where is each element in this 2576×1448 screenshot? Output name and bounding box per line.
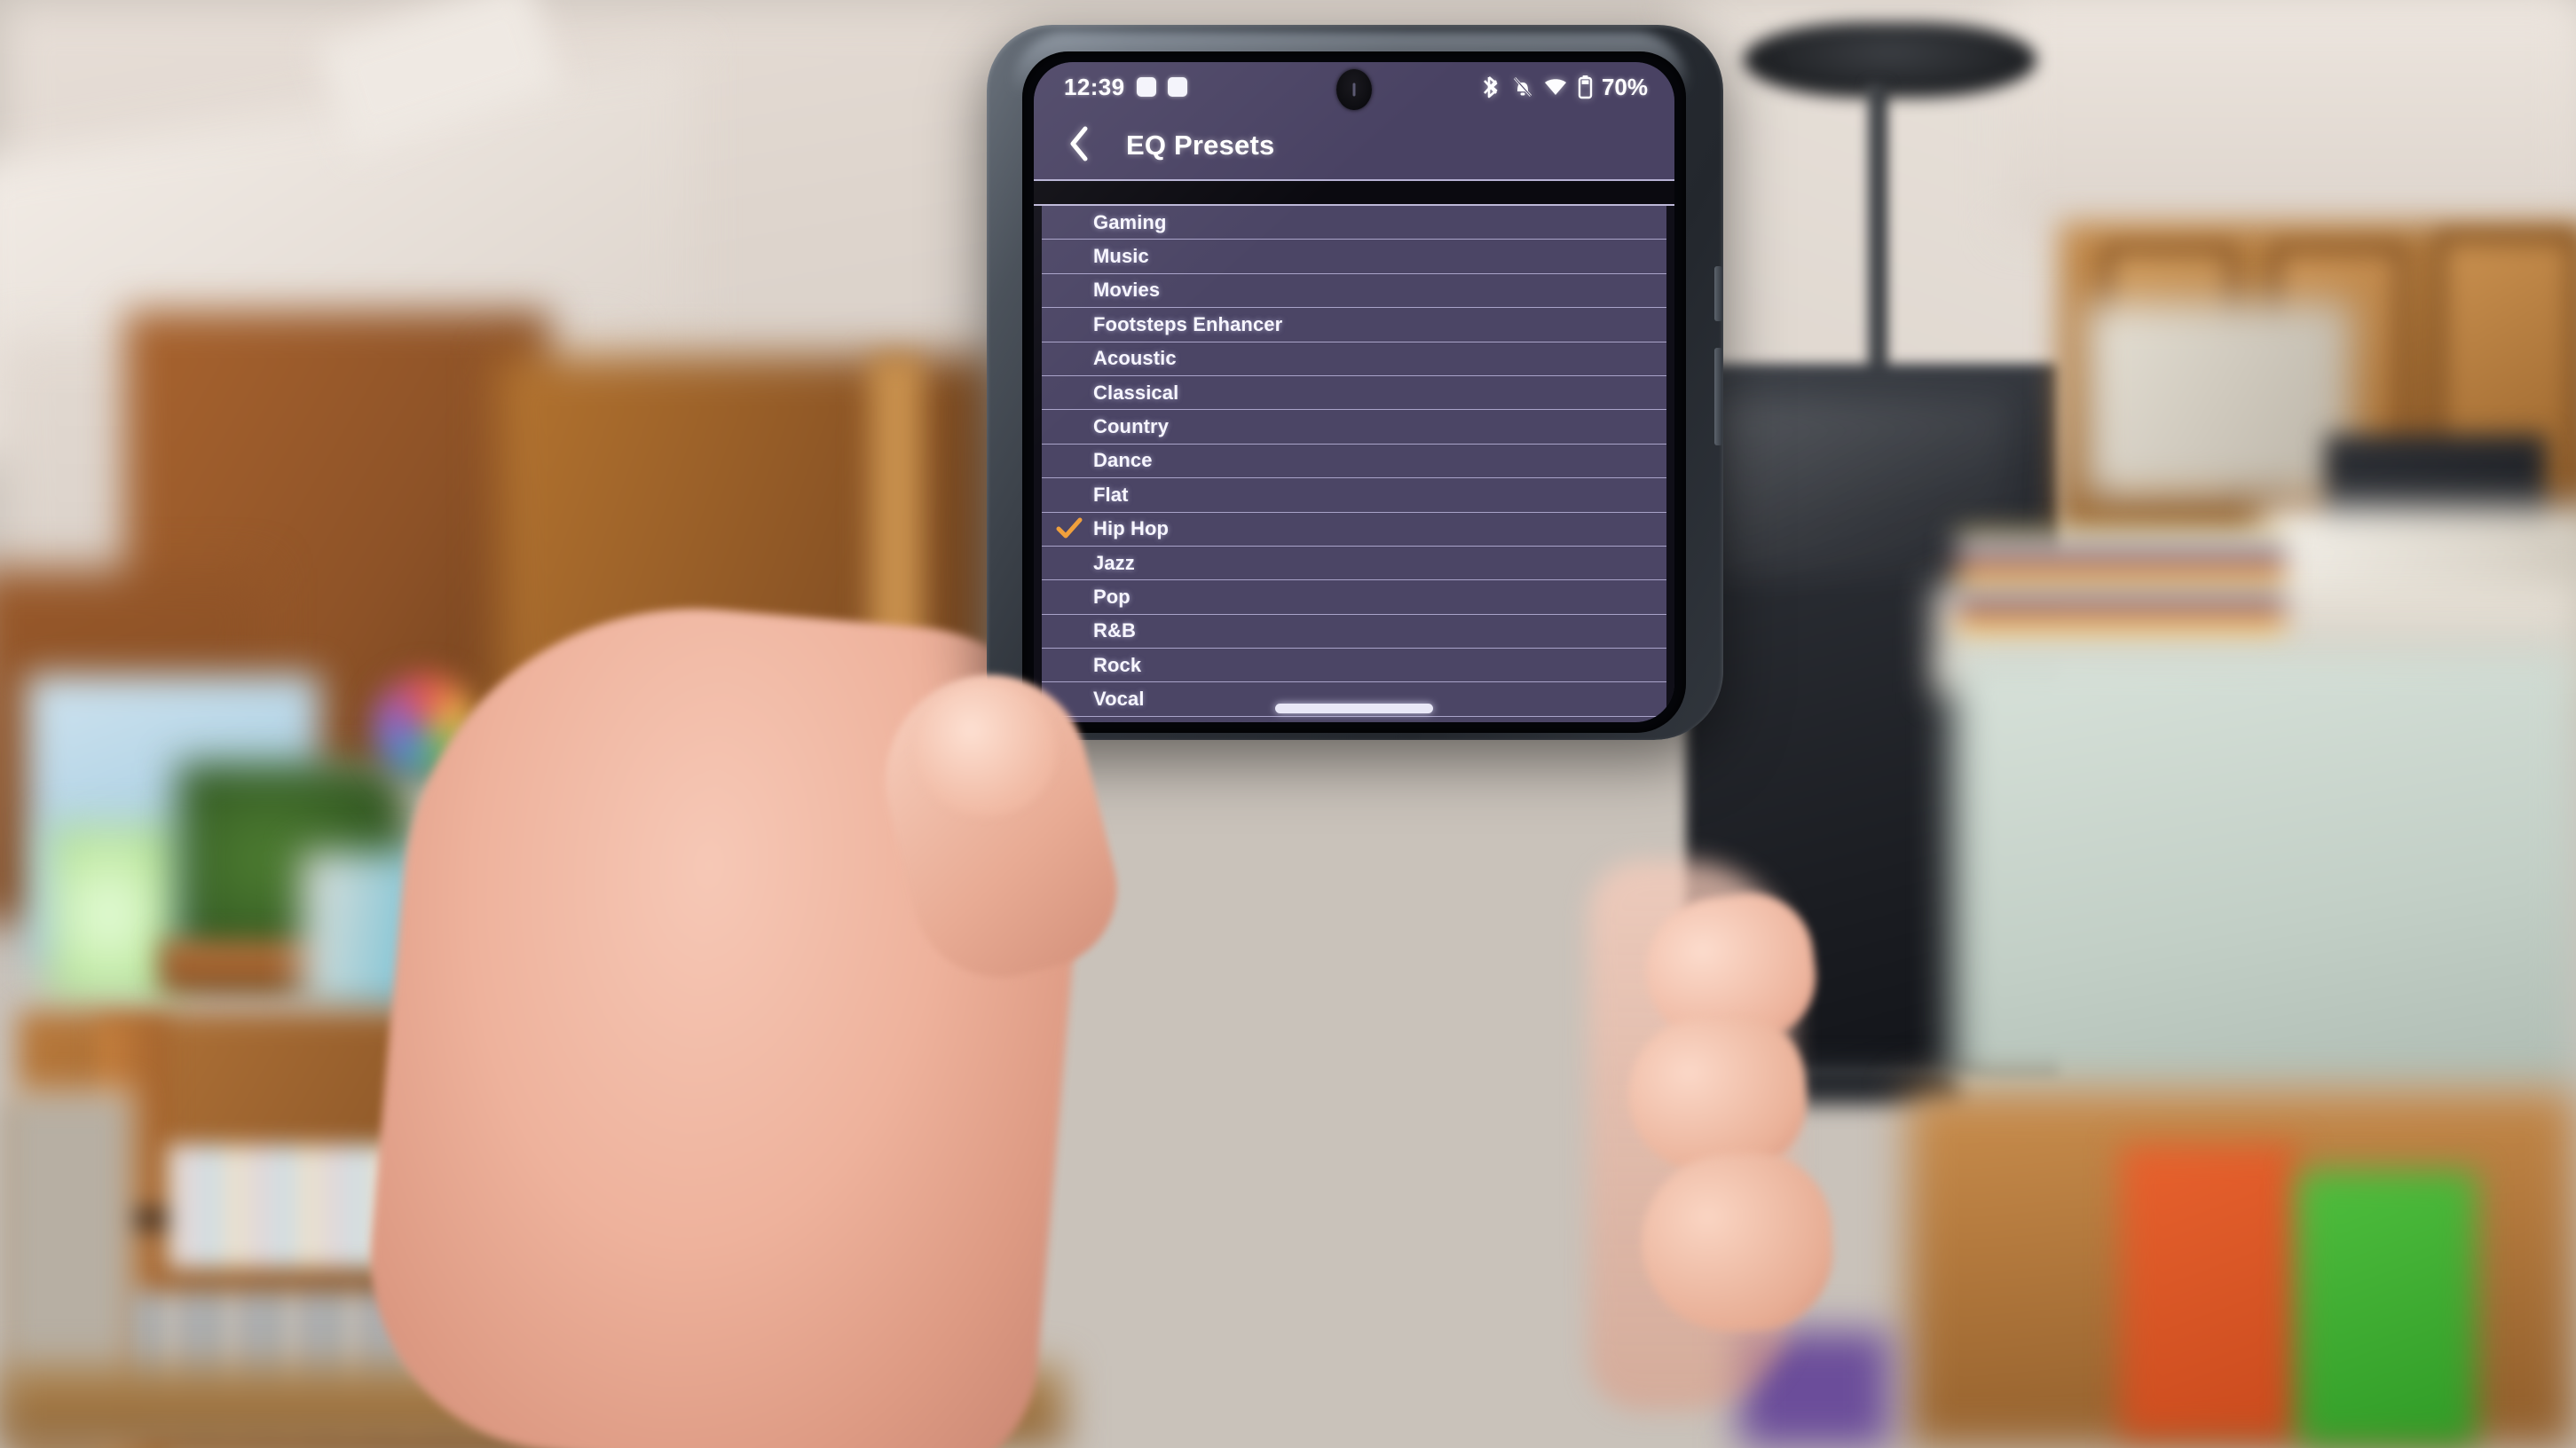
preset-row[interactable]: Music [1042, 240, 1666, 274]
preset-row[interactable]: R&B [1042, 614, 1666, 649]
preset-label: Jazz [1093, 551, 1135, 574]
status-bar: 12:39 70% [1034, 62, 1674, 112]
status-bar-right: 70% [1483, 74, 1648, 101]
volume-button[interactable] [1714, 266, 1722, 321]
camera-lens [1352, 83, 1356, 97]
preset-row[interactable]: Movies [1042, 273, 1666, 309]
green-bin [2298, 1171, 2476, 1446]
counter [1952, 648, 2576, 1091]
bluetooth-icon [1483, 75, 1502, 99]
checkmark-icon [1056, 515, 1083, 542]
thumb-tip [914, 683, 1056, 816]
notification-square-icon [1167, 77, 1187, 97]
preset-label: Music [1093, 245, 1149, 268]
home-gesture-pill[interactable] [1275, 704, 1433, 713]
preset-label: Gaming [1093, 210, 1167, 233]
preset-row[interactable]: Country [1042, 410, 1666, 445]
preset-label: Classical [1093, 381, 1179, 404]
wifi-icon [1543, 76, 1568, 98]
notifications-muted-icon [1512, 75, 1533, 98]
preset-row[interactable]: Acoustic [1042, 342, 1666, 376]
preset-label: Acoustic [1093, 347, 1177, 370]
phone-screen: 12:39 70% EQ Presets Gaming Music Movies… [1034, 62, 1674, 722]
power-button[interactable] [1714, 348, 1722, 445]
preset-row[interactable]: Rock [1042, 649, 1666, 683]
preset-label: R&B [1093, 619, 1136, 642]
page-title: EQ Presets [1126, 130, 1275, 161]
floor-lamp-shade [1744, 22, 2036, 98]
preset-label: Dance [1093, 449, 1153, 472]
battery-icon [1578, 75, 1593, 99]
chevron-left-icon[interactable] [1067, 125, 1091, 167]
preset-row[interactable]: Gaming [1042, 206, 1666, 240]
orange-chair [2121, 1145, 2298, 1437]
preset-label: Hip Hop [1093, 517, 1170, 540]
status-bar-left: 12:39 [1064, 74, 1187, 101]
battery-percentage: 70% [1601, 73, 1648, 100]
preset-row[interactable]: Dance [1042, 444, 1666, 479]
preset-label: Movies [1093, 279, 1161, 302]
front-camera-punch-hole [1336, 69, 1372, 110]
preset-row[interactable]: Adventure And Action [1042, 716, 1666, 722]
preset-label: Footsteps Enhancer [1093, 312, 1283, 335]
preset-label: Rock [1093, 653, 1142, 676]
preset-row[interactable]: Pop [1042, 580, 1666, 615]
notification-square-icon [1136, 77, 1156, 97]
eq-preset-list[interactable]: Gaming Music Movies Footsteps Enhancer Acous… [1034, 206, 1674, 722]
wall-upper-right [2005, 0, 2576, 231]
preset-row[interactable]: Footsteps Enhancer [1042, 308, 1666, 342]
preset-label: Country [1093, 415, 1170, 438]
books-on-counter [1957, 532, 2285, 630]
preset-label: Vocal [1093, 688, 1145, 711]
preset-row[interactable]: Flat [1042, 478, 1666, 513]
preset-row[interactable]: Classical [1042, 375, 1666, 411]
preset-label: Pop [1093, 585, 1130, 608]
preset-row[interactable]: Hip Hop [1042, 512, 1666, 547]
header-list-separator [1034, 181, 1674, 206]
status-clock: 12:39 [1064, 73, 1125, 100]
app-bar: EQ Presets [1034, 112, 1674, 181]
preset-row[interactable]: Jazz [1042, 546, 1666, 581]
preset-label: Flat [1093, 483, 1129, 506]
shelf-items-right [2085, 302, 2351, 497]
